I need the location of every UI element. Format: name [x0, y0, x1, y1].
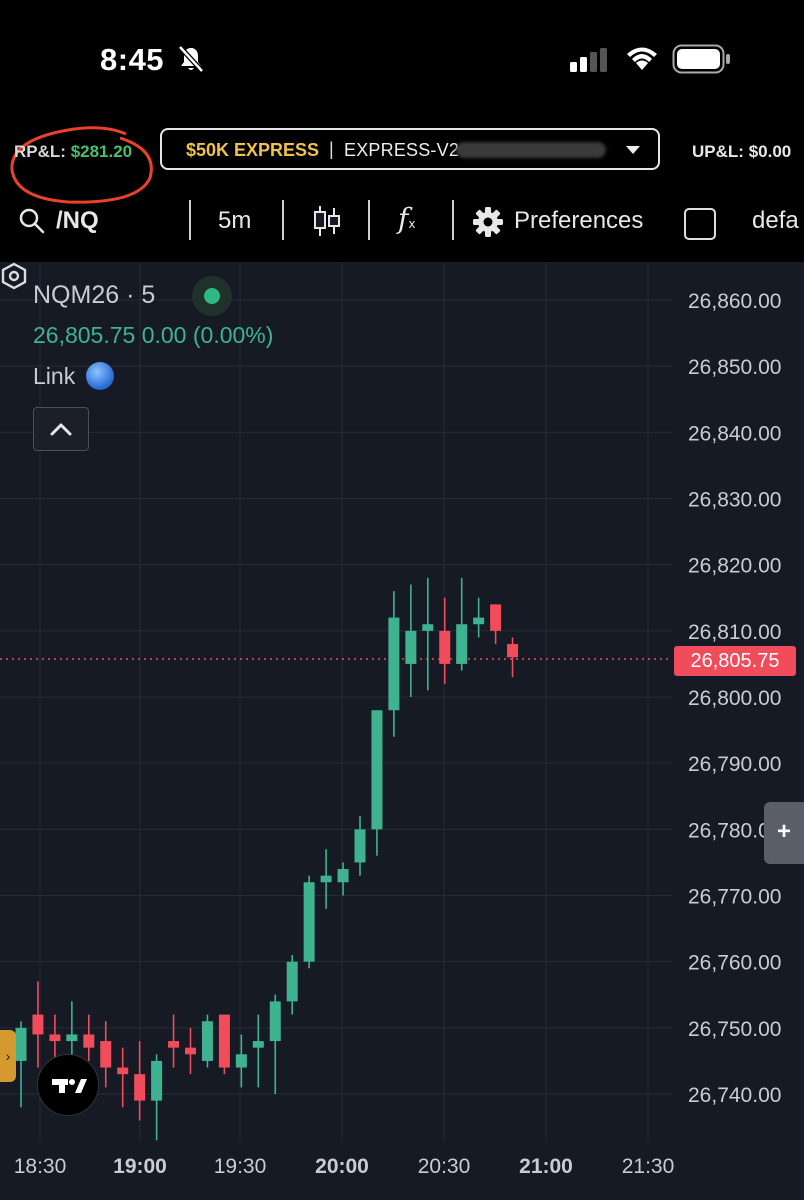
default-checkbox[interactable] — [684, 208, 716, 240]
last-price-label: 26,805.75 — [674, 646, 796, 676]
battery-icon — [672, 44, 730, 74]
gear-icon[interactable] — [472, 206, 504, 238]
y-axis-tick-label: 26,770.00 — [688, 886, 781, 909]
candle-body-up — [66, 1034, 78, 1042]
x-axis-tick-label: 18:30 — [14, 1155, 67, 1178]
legend-link-label: Link — [33, 363, 76, 389]
left-panel-toggle[interactable]: › — [0, 1030, 16, 1082]
account-id: EXPRESS-V2- — [344, 140, 466, 160]
interval-button[interactable]: 5m — [218, 207, 251, 235]
candle-body-down — [134, 1074, 146, 1101]
bell-muted-icon — [178, 45, 204, 73]
candle-body-up — [473, 617, 485, 625]
candle-body-up — [252, 1041, 264, 1048]
candle-body-up — [337, 869, 349, 883]
rpl-label: RP&L: — [14, 142, 66, 161]
y-axis-tick-label: 26,750.00 — [688, 1018, 781, 1041]
candle-body-up — [422, 624, 434, 631]
candle-body-up — [235, 1054, 247, 1068]
status-bar: 8:45 — [0, 0, 804, 118]
candle-body-up — [269, 1001, 281, 1042]
candle-body-down — [439, 630, 451, 664]
add-plus-button[interactable]: + — [764, 802, 804, 864]
unrealized-pnl: UP&L: $0.00 — [692, 142, 791, 162]
fx-icon: f — [398, 202, 409, 235]
y-axis-tick-label: 26,840.00 — [688, 422, 781, 445]
legend-collapse-button[interactable] — [33, 407, 89, 451]
tradingview-logo[interactable] — [37, 1054, 99, 1116]
status-time: 8:45 — [100, 42, 165, 77]
y-axis-tick-label: 26,820.00 — [688, 555, 781, 578]
x-axis-tick-label: 21:30 — [622, 1155, 675, 1178]
y-axis-tick-label: 26,860.00 — [688, 290, 781, 313]
search-icon[interactable] — [18, 207, 46, 235]
candle-body-down — [218, 1014, 230, 1068]
cellular-signal-icon — [570, 48, 607, 72]
x-axis-tick-label: 20:30 — [418, 1155, 471, 1178]
candle-body-up — [151, 1060, 163, 1101]
realized-pnl: RP&L: $281.20 — [14, 142, 132, 162]
toolbar-divider — [452, 200, 454, 240]
market-status-dot — [192, 276, 232, 316]
price-chart[interactable]: 26,740.00 26,750.00 26,760.00 26,770.00 26,7… — [0, 262, 804, 1200]
link-blue-dot-icon[interactable] — [86, 362, 114, 390]
account-badge: $50K EXPRESS — [186, 140, 320, 160]
x-axis-tick-label: 20:00 — [315, 1155, 369, 1178]
candle-body-down — [32, 1014, 44, 1035]
x-axis-tick-label: 19:30 — [214, 1155, 267, 1178]
account-separator: | — [329, 139, 334, 159]
y-axis-tick-label: 26,760.00 — [688, 952, 781, 975]
x-axis-tick-label: 21:00 — [519, 1155, 573, 1178]
legend-symbol: NQM26 · 5 — [33, 281, 156, 309]
y-axis-tick-label: 26,790.00 — [688, 753, 781, 776]
y-axis-tick-label: 26,830.00 — [688, 489, 781, 512]
candle-body-up — [303, 882, 315, 962]
candle-body-down — [490, 604, 502, 631]
candle-body-down — [49, 1034, 61, 1042]
candle-body-up — [320, 875, 332, 883]
symbol-search-button[interactable]: /NQ — [56, 207, 99, 235]
toolbar-divider — [282, 200, 284, 240]
wifi-icon — [627, 47, 657, 70]
legend-price: 26,805.75 0.00 (0.00%) — [33, 322, 274, 348]
rpl-value: $281.20 — [70, 142, 133, 161]
candle-body-up — [286, 961, 298, 1002]
account-bar: RP&L: $281.20 $50K EXPRESS | EXPRESS-V2-… — [0, 118, 804, 204]
candle-body-down — [168, 1041, 180, 1048]
fx-subscript: x — [408, 217, 416, 231]
toolbar-divider — [368, 200, 370, 240]
y-axis-tick-label: 26,740.00 — [688, 1084, 781, 1107]
chart-toolbar: /NQ 5m fx Preferences defa — [0, 190, 804, 252]
account-selector[interactable]: $50K EXPRESS | EXPRESS-V2- — [160, 128, 660, 170]
candlestick-type-icon[interactable] — [312, 204, 342, 238]
candle-body-down — [185, 1047, 196, 1055]
candle-body-up — [201, 1021, 213, 1061]
upl-label: UP&L: — [692, 142, 744, 161]
y-axis-tick-label: 26,800.00 — [688, 687, 781, 710]
candle-body-up — [15, 1027, 27, 1061]
x-axis-tick-label: 19:00 — [113, 1155, 167, 1178]
candle-body-down — [100, 1041, 112, 1068]
y-axis-tick-label: 26,810.00 — [688, 621, 781, 644]
candlestick-chart[interactable]: 26,740.00 26,750.00 26,760.00 26,770.00 26,7… — [0, 262, 804, 1200]
toolbar-divider — [189, 200, 191, 240]
candle-body-down — [117, 1067, 129, 1075]
candle-body-up — [456, 624, 468, 664]
candle-body-down — [507, 644, 519, 658]
preferences-button[interactable]: Preferences — [514, 207, 643, 235]
candle-body-up — [371, 710, 383, 830]
upl-value: $0.00 — [748, 142, 792, 161]
chevron-down-icon — [626, 146, 640, 154]
chart-settings-icon[interactable] — [0, 262, 28, 290]
candle-body-up — [354, 829, 366, 863]
y-axis-tick-label: 26,850.00 — [688, 356, 781, 379]
candle-body-down — [83, 1034, 95, 1048]
indicators-button[interactable]: fx — [398, 202, 415, 235]
default-label: defa — [752, 207, 799, 234]
redacted-region — [456, 142, 606, 158]
candle-body-up — [405, 630, 417, 664]
chevron-up-icon — [50, 423, 72, 436]
candle-body-up — [388, 617, 400, 711]
tradingview-logo-icon — [52, 1079, 87, 1093]
